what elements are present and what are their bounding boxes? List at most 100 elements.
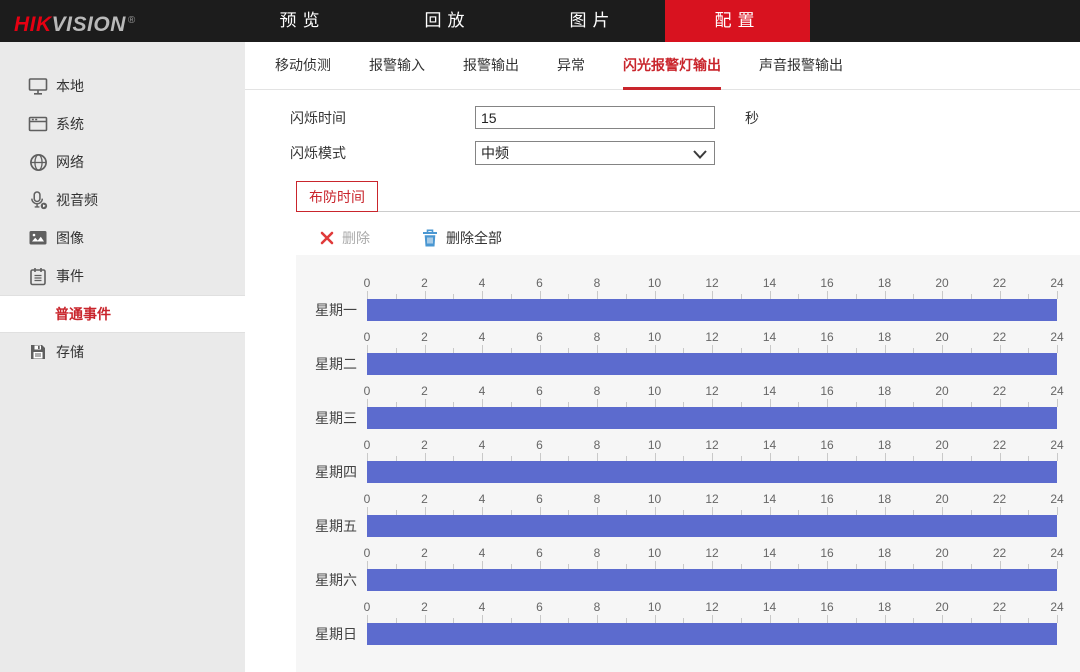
nav-item-config[interactable]: 配置 bbox=[665, 0, 810, 42]
nav-item-preview[interactable]: 预览 bbox=[230, 0, 375, 42]
axis-tick bbox=[540, 561, 541, 569]
axis-label: 22 bbox=[993, 330, 1006, 344]
time-axis: 024681012141618202224 bbox=[296, 321, 1080, 353]
tab-flashing-alarm-light-output[interactable]: 闪光报警灯输出 bbox=[623, 42, 721, 90]
tab-alarm-input[interactable]: 报警输入 bbox=[369, 42, 425, 90]
axis-tick bbox=[1000, 453, 1001, 461]
axis-label: 0 bbox=[364, 438, 371, 452]
axis-tick bbox=[770, 561, 771, 569]
flash-duration-input[interactable] bbox=[475, 106, 715, 129]
schedule-time-bar[interactable] bbox=[367, 623, 1057, 645]
axis-label: 20 bbox=[935, 492, 948, 506]
schedule-time-bar[interactable] bbox=[367, 569, 1057, 591]
axis-tick bbox=[597, 561, 598, 569]
main-content: 移动侦测报警输入报警输出异常闪光报警灯输出声音报警输出 闪烁时间 秒 闪烁模式 … bbox=[245, 42, 1080, 672]
axis-tick bbox=[712, 615, 713, 623]
tab-alarm-output[interactable]: 报警输出 bbox=[463, 42, 519, 90]
sidebar-item-label: 视音频 bbox=[56, 190, 98, 210]
flash-mode-select[interactable]: 中频 bbox=[475, 141, 715, 165]
axis-label: 6 bbox=[536, 330, 543, 344]
schedule-bar-track: 星期五 bbox=[296, 515, 1080, 537]
axis-label: 22 bbox=[993, 546, 1006, 560]
axis-tick bbox=[655, 399, 656, 407]
axis-tick bbox=[770, 453, 771, 461]
axis-label: 24 bbox=[1050, 546, 1063, 560]
schedule-time-bar[interactable] bbox=[367, 407, 1057, 429]
axis-tick bbox=[885, 453, 886, 461]
flash-duration-row: 闪烁时间 秒 bbox=[290, 106, 759, 129]
sidebar-item-local[interactable]: 本地 bbox=[0, 67, 245, 105]
axis-tick bbox=[425, 507, 426, 515]
axis-label: 24 bbox=[1050, 276, 1063, 290]
axis-label: 8 bbox=[594, 546, 601, 560]
axis-tick bbox=[482, 399, 483, 407]
axis-label: 24 bbox=[1050, 330, 1063, 344]
time-axis: 024681012141618202224 bbox=[296, 267, 1080, 299]
axis-tick bbox=[1057, 453, 1058, 461]
axis-label: 22 bbox=[993, 600, 1006, 614]
delete-label: 删除 bbox=[342, 228, 370, 248]
axis-tick bbox=[827, 453, 828, 461]
schedule-time-bar[interactable] bbox=[367, 461, 1057, 483]
schedule-time-bar[interactable] bbox=[367, 515, 1057, 537]
axis-label: 24 bbox=[1050, 438, 1063, 452]
hikvision-logo: HIKVISION® bbox=[14, 0, 136, 42]
day-label: 星期二 bbox=[315, 354, 357, 374]
trash-icon bbox=[422, 229, 438, 247]
axis-tick bbox=[1057, 615, 1058, 623]
axis-label: 8 bbox=[594, 600, 601, 614]
axis-label: 10 bbox=[648, 438, 661, 452]
delete-all-button[interactable]: 删除全部 bbox=[422, 228, 502, 248]
axis-tick bbox=[1000, 615, 1001, 623]
axis-label: 0 bbox=[364, 330, 371, 344]
logo-brand-primary: HIK bbox=[14, 13, 52, 36]
axis-tick bbox=[482, 291, 483, 299]
axis-tick bbox=[770, 507, 771, 515]
axis-tick bbox=[655, 453, 656, 461]
axis-label: 22 bbox=[993, 438, 1006, 452]
schedule-row-wed: 024681012141618202224星期三 bbox=[296, 375, 1080, 429]
sidebar-item-network[interactable]: 网络 bbox=[0, 143, 245, 181]
arming-schedule-tab[interactable]: 布防时间 bbox=[296, 181, 378, 212]
axis-label: 4 bbox=[479, 546, 486, 560]
axis-tick bbox=[885, 561, 886, 569]
sidebar-item-image[interactable]: 图像 bbox=[0, 219, 245, 257]
tab-audible-alarm-output[interactable]: 声音报警输出 bbox=[759, 42, 843, 90]
schedule-bar-track: 星期一 bbox=[296, 299, 1080, 321]
nav-item-picture[interactable]: 图片 bbox=[520, 0, 665, 42]
axis-tick bbox=[597, 453, 598, 461]
axis-tick bbox=[540, 399, 541, 407]
schedule-time-bar[interactable] bbox=[367, 353, 1057, 375]
axis-label: 6 bbox=[536, 438, 543, 452]
delete-button[interactable]: 删除 bbox=[320, 228, 370, 248]
axis-tick bbox=[1057, 561, 1058, 569]
axis-label: 24 bbox=[1050, 600, 1063, 614]
sidebar-item-label: 系统 bbox=[56, 114, 84, 134]
axis-label: 12 bbox=[705, 384, 718, 398]
axis-tick bbox=[1057, 345, 1058, 353]
axis-tick bbox=[482, 561, 483, 569]
axis-tick bbox=[425, 345, 426, 353]
axis-tick bbox=[827, 291, 828, 299]
schedule-time-bar[interactable] bbox=[367, 299, 1057, 321]
divider bbox=[378, 211, 1080, 212]
schedule-bar-track: 星期三 bbox=[296, 407, 1080, 429]
axis-label: 22 bbox=[993, 276, 1006, 290]
axis-label: 8 bbox=[594, 438, 601, 452]
axis-label: 4 bbox=[479, 330, 486, 344]
sidebar-item-basic-event[interactable]: 普通事件 bbox=[0, 295, 245, 333]
sidebar-item-system[interactable]: 系统 bbox=[0, 105, 245, 143]
sidebar-item-event[interactable]: 事件 bbox=[0, 257, 245, 295]
sidebar-item-storage[interactable]: 存储 bbox=[0, 333, 245, 371]
tab-motion-detection[interactable]: 移动侦测 bbox=[275, 42, 331, 90]
axis-tick bbox=[367, 399, 368, 407]
tab-exception[interactable]: 异常 bbox=[557, 42, 585, 90]
axis-tick bbox=[655, 291, 656, 299]
axis-tick bbox=[482, 345, 483, 353]
axis-tick bbox=[1000, 561, 1001, 569]
sidebar-item-video-audio[interactable]: 视音频 bbox=[0, 181, 245, 219]
axis-tick bbox=[770, 345, 771, 353]
nav-item-playback[interactable]: 回放 bbox=[375, 0, 520, 42]
axis-tick bbox=[597, 507, 598, 515]
delete-x-icon bbox=[320, 231, 334, 245]
